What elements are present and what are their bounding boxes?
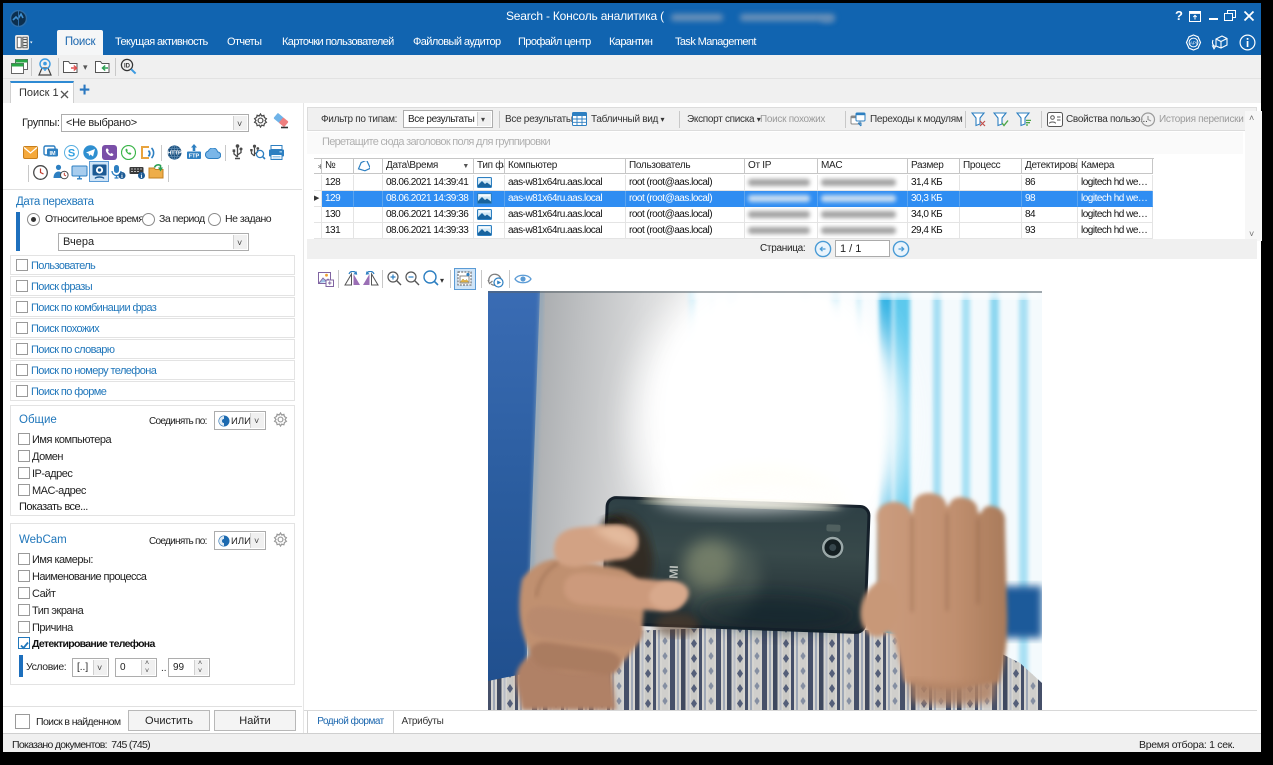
svg-text:FTP: FTP bbox=[189, 153, 200, 159]
svg-text:S: S bbox=[68, 148, 75, 160]
svg-text:ID: ID bbox=[124, 63, 131, 69]
svg-text:MI: MI bbox=[666, 565, 680, 579]
svg-text:IM: IM bbox=[49, 151, 56, 157]
svg-text:HTTP: HTTP bbox=[167, 151, 182, 157]
svg-text:API: API bbox=[1190, 41, 1197, 46]
